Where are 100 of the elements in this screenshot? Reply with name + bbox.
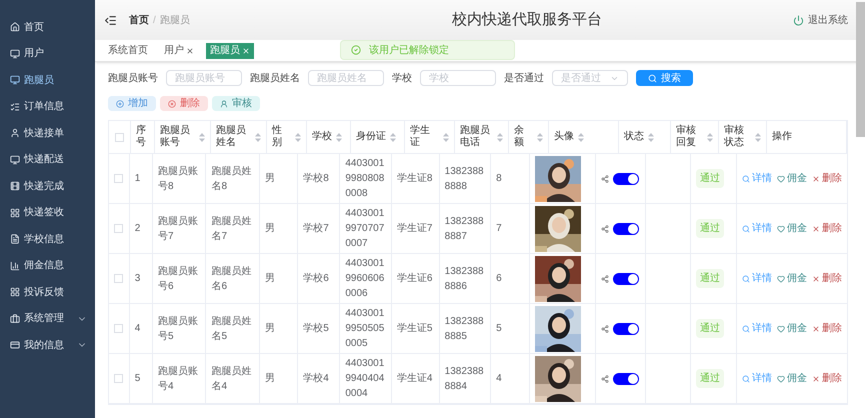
table-cell-text: 男 — [264, 322, 275, 336]
field-label: 学校 — [392, 72, 412, 86]
column-header: 审核状态 — [724, 125, 745, 149]
list-icon — [10, 102, 20, 112]
menu-fold-icon[interactable] — [104, 14, 117, 26]
sidebar-item[interactable]: 订单信息 — [0, 94, 95, 120]
page-tab[interactable]: 系统首页 — [104, 42, 152, 58]
share-icon — [601, 274, 610, 282]
column-header: 学生证 — [410, 125, 431, 149]
sidebar-item[interactable]: 系统管理 — [0, 306, 95, 332]
sidebar-item[interactable]: 快递完成 — [0, 173, 95, 200]
details-link[interactable]: 详情 — [742, 371, 772, 386]
commission-link[interactable]: 佣金 — [776, 271, 807, 286]
table-cell-text: 跑腿员姓名8 — [211, 164, 252, 194]
field-label: 跑腿员账号 — [108, 72, 158, 86]
delete-link[interactable]: 删除 — [812, 221, 842, 236]
delete-link[interactable]: 删除 — [812, 321, 842, 336]
column-header: 审核回复 — [676, 125, 697, 149]
close-icon — [812, 324, 820, 332]
sidebar-item[interactable]: 快递接单 — [0, 120, 95, 146]
sidebar-item[interactable]: 我的信息 — [0, 332, 95, 358]
row-checkbox[interactable] — [114, 374, 124, 383]
table-cell-text: 440300199707070007 — [345, 207, 386, 251]
sort-icon[interactable] — [255, 132, 261, 142]
sort-icon[interactable] — [295, 132, 301, 142]
status-switch[interactable] — [613, 222, 640, 234]
sidebar-item[interactable]: 快递签收 — [0, 200, 95, 226]
column-header: 学校 — [312, 131, 332, 143]
sidebar-item[interactable]: 学校信息 — [0, 226, 95, 252]
row-checkbox[interactable] — [114, 174, 124, 183]
add-button[interactable]: 增加 — [108, 96, 156, 111]
status-switch[interactable] — [613, 272, 640, 284]
sort-icon[interactable] — [443, 132, 449, 142]
table-cell-text: 7 — [496, 222, 502, 236]
column-header: 跑腿员电话 — [460, 125, 491, 149]
page-tab[interactable]: 跑腿员 — [206, 42, 254, 58]
power-icon[interactable] — [793, 14, 804, 26]
status-switch[interactable] — [613, 322, 640, 334]
monitor-icon — [10, 154, 20, 165]
table-cell-text: 学生证4 — [396, 372, 432, 386]
sort-icon[interactable] — [390, 132, 396, 142]
close-icon[interactable] — [186, 46, 194, 54]
review-button[interactable]: 审核 — [212, 96, 260, 111]
table-cell-text: 2 — [134, 222, 140, 236]
sidebar-item[interactable]: 用户 — [0, 40, 95, 67]
commission-link[interactable]: 佣金 — [776, 171, 807, 186]
table-cell-text: 8 — [496, 172, 502, 186]
commission-link[interactable]: 佣金 — [776, 221, 807, 236]
table-cell-text: 3 — [134, 272, 140, 286]
delete-link[interactable]: 删除 — [812, 271, 842, 286]
details-link[interactable]: 详情 — [742, 221, 772, 236]
app-title: 校内快递代取服务平台 — [452, 10, 602, 30]
sort-icon[interactable] — [707, 132, 713, 142]
row-checkbox[interactable] — [114, 224, 124, 233]
sort-icon[interactable] — [336, 132, 342, 142]
details-link[interactable]: 详情 — [742, 171, 772, 186]
scrollbar[interactable] — [856, 2, 865, 137]
search-icon — [742, 174, 750, 182]
delete-link[interactable]: 删除 — [812, 171, 842, 186]
page-tab[interactable]: 用户 — [160, 42, 198, 58]
sort-icon[interactable] — [755, 132, 761, 142]
select-all-checkbox[interactable] — [115, 132, 124, 142]
sort-icon[interactable] — [578, 132, 584, 142]
sidebar-item[interactable]: 投诉反馈 — [0, 279, 95, 306]
delete-button[interactable]: 删除 — [160, 96, 208, 111]
table-cell-text: 440300199808080008 — [345, 157, 386, 201]
logout-link[interactable]: 退出系统 — [808, 12, 848, 28]
table-cell-text: 学生证7 — [396, 222, 432, 236]
sort-icon[interactable] — [497, 132, 503, 142]
row-checkbox[interactable] — [114, 324, 124, 333]
status-tag: 通过 — [696, 319, 724, 338]
details-link[interactable]: 详情 — [742, 321, 772, 336]
close-icon — [812, 374, 820, 382]
status-switch[interactable] — [613, 172, 640, 184]
sidebar-item[interactable]: 跑腿员 — [0, 67, 95, 94]
table-cell-text: 男 — [264, 172, 275, 186]
details-link[interactable]: 详情 — [742, 271, 772, 286]
commission-link[interactable]: 佣金 — [776, 321, 807, 336]
sort-icon[interactable] — [537, 132, 543, 142]
sidebar-item[interactable]: 首页 — [0, 14, 95, 40]
status-switch[interactable] — [613, 372, 640, 384]
status-tag: 通过 — [696, 219, 724, 238]
close-icon — [812, 274, 820, 282]
table-cell-text: 440300199505050005 — [345, 307, 386, 351]
briefcase-icon — [10, 314, 20, 324]
heart-icon — [776, 174, 785, 182]
heart-icon — [776, 274, 785, 282]
sort-icon[interactable] — [648, 132, 654, 142]
column-header: 跑腿员姓名 — [216, 125, 247, 149]
row-checkbox[interactable] — [114, 274, 124, 283]
sort-icon[interactable] — [199, 132, 205, 142]
search-button[interactable]: 搜索 — [636, 70, 693, 86]
sidebar-item[interactable]: 快递配送 — [0, 146, 95, 173]
table-cell-text: 13823888884 — [444, 364, 485, 394]
delete-link[interactable]: 删除 — [812, 371, 842, 386]
commission-link[interactable]: 佣金 — [776, 371, 807, 386]
sidebar-item[interactable]: 佣金信息 — [0, 252, 95, 279]
table-cell-text: 学校5 — [303, 322, 329, 336]
film-icon — [10, 181, 20, 192]
breadcrumb-item[interactable]: 首页 — [129, 12, 149, 28]
